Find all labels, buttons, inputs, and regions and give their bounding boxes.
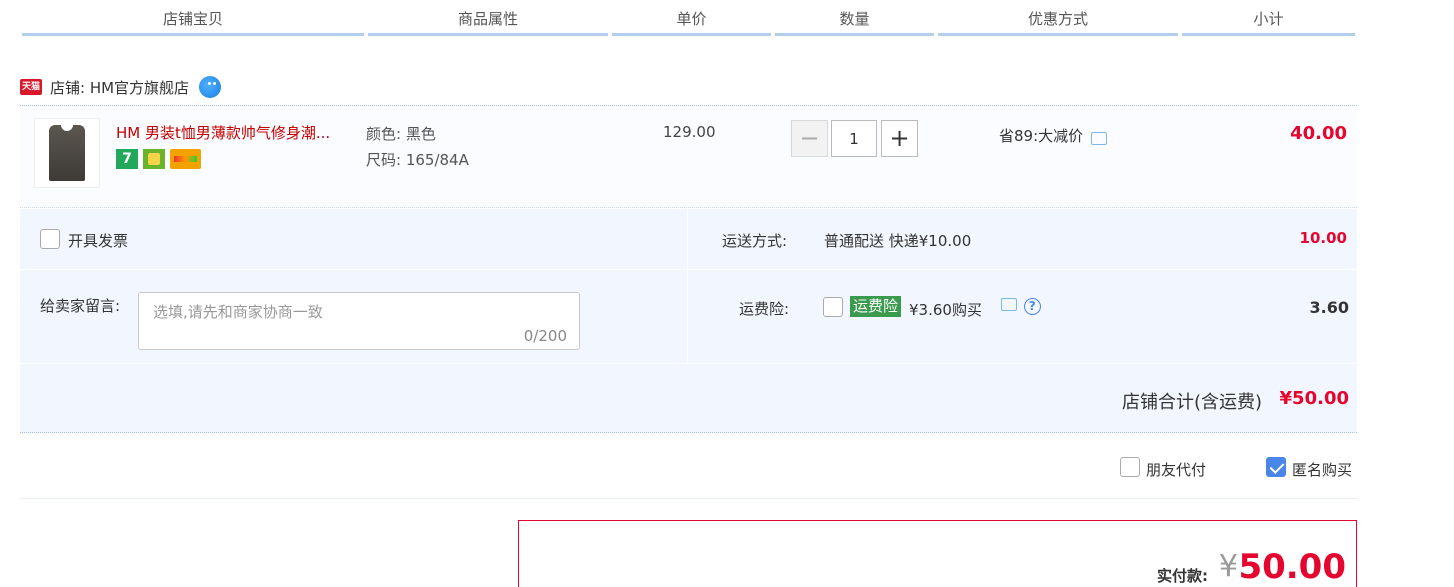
shipping-label: 运送方式: [722, 232, 788, 250]
column-subtotal: 小计 [1180, 0, 1357, 36]
friend-pay-label[interactable]: 朋友代付 [1146, 459, 1206, 480]
anonymous-purchase-checkbox[interactable] [1266, 457, 1286, 477]
insurance-tag: 运费险 [850, 296, 902, 317]
credit-card-icon[interactable] [170, 149, 201, 169]
discount-text: 省89:大减价 [999, 127, 1084, 145]
cart-item-row: HM 男装t恤男薄款帅气修身潮... 7 颜色: 黑色 尺码: 165/84A … [20, 105, 1357, 208]
chat-wangwang-icon[interactable] [199, 76, 222, 98]
shopping-bag-icon[interactable] [143, 149, 165, 169]
quantity-decrease-button[interactable]: − [791, 120, 828, 157]
payment-summary-box: 实付款: ¥ 50.00 [518, 520, 1357, 587]
column-unit-price: 单价 [610, 0, 773, 36]
seller-message-input[interactable] [139, 293, 579, 349]
panel-divider [20, 269, 1357, 270]
seller-message-field[interactable]: 0/200 [138, 292, 580, 350]
attribute-size: 尺码: 165/84A [366, 151, 469, 169]
shipping-method: 普通配送 快递¥10.00 [824, 232, 972, 250]
insurance-checkbox[interactable] [823, 297, 843, 317]
shop-name[interactable]: 店铺: HM官方旗舰店 [50, 77, 189, 98]
help-icon[interactable]: ? [1023, 298, 1041, 315]
invoice-label[interactable]: 开具发票 [68, 230, 128, 251]
shipping-amount: 10.00 [1299, 229, 1347, 247]
section-divider [20, 498, 1357, 499]
shirt-image [49, 125, 85, 181]
payment-label: 实付款: [1157, 567, 1208, 585]
column-shop-item: 店铺宝贝 [20, 0, 366, 36]
panel-divider [687, 209, 688, 363]
item-subtotal: 40.00 [1290, 123, 1347, 144]
quantity-increase-button[interactable]: + [881, 120, 918, 157]
panel-divider [20, 363, 1357, 364]
insurance-label: 运费险: [739, 300, 790, 318]
store-total-label: 店铺合计(含运费) [1121, 392, 1262, 413]
insurance-help-group: ? [1001, 297, 1041, 315]
store-total-value: ¥50.00 [1279, 388, 1349, 409]
shop-header: 天猫 店铺: HM官方旗舰店 [20, 74, 222, 100]
column-attributes: 商品属性 [366, 0, 610, 36]
column-discount: 优惠方式 [936, 0, 1180, 36]
payment-currency: ¥ [1218, 549, 1238, 584]
anonymous-purchase-label[interactable]: 匿名购买 [1292, 459, 1352, 480]
quantity-input[interactable] [831, 120, 877, 157]
unit-price: 129.00 [663, 123, 716, 141]
comment-icon[interactable] [1091, 132, 1108, 145]
payment-amount: 50.00 [1238, 547, 1346, 587]
insurance-amount: 3.60 [1309, 298, 1349, 317]
order-options-panel: 开具发票 运送方式: 普通配送 快递¥10.00 10.00 给卖家留言: 0/… [20, 209, 1357, 433]
friend-pay-checkbox[interactable] [1120, 457, 1140, 477]
attribute-color: 颜色: 黑色 [366, 125, 436, 143]
invoice-checkbox[interactable] [40, 229, 60, 249]
cart-column-header: 店铺宝贝 商品属性 单价 数量 优惠方式 小计 [20, 0, 1357, 36]
product-thumbnail[interactable] [34, 118, 100, 188]
seven-day-return-icon[interactable]: 7 [116, 149, 138, 169]
tmall-icon: 天猫 [20, 79, 42, 95]
message-char-counter: 0/200 [523, 327, 567, 345]
column-quantity: 数量 [773, 0, 936, 36]
product-title-link[interactable]: HM 男装t恤男薄款帅气修身潮... [116, 122, 330, 143]
comment-icon[interactable] [1001, 298, 1017, 311]
discount-info: 省89:大减价 [999, 125, 1108, 146]
message-label: 给卖家留言: [40, 297, 121, 315]
insurance-price: ¥3.60购买 [909, 301, 982, 319]
